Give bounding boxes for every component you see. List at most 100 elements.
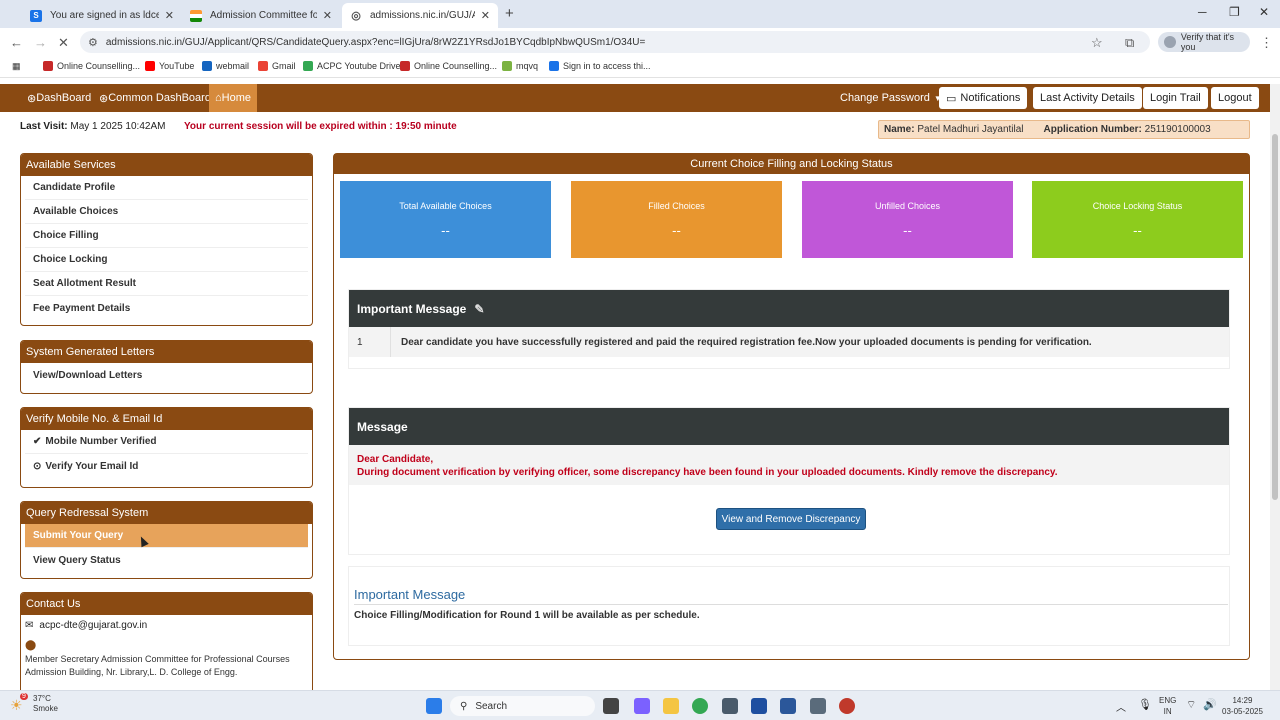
back-icon[interactable]: ← [10,35,23,50]
weather-widget[interactable]: 37°C Smoke [33,694,58,714]
chrome-icon[interactable] [692,698,708,714]
dashboard-icon: ⊛ [27,92,37,105]
taskbar-clock[interactable]: 14:29 03-05-2025 [1222,695,1263,717]
last-activity-button[interactable]: Last Activity Details [1033,87,1142,109]
bookmark-gmail[interactable]: Gmail [258,61,296,71]
scrollbar-thumb[interactable] [1272,134,1278,500]
logout-button[interactable]: Logout [1211,87,1259,109]
verify-identity-pill[interactable]: Verify that it's you [1158,32,1250,52]
site-info-icon[interactable]: ⚙ [88,36,98,49]
microphone-icon[interactable]: 🎙 [1138,698,1152,711]
sidebar-item-choice-locking[interactable]: Choice Locking [25,248,308,272]
name-value: Patel Madhuri Jayantilal [917,124,1024,135]
bookmark-youtube[interactable]: YouTube [145,61,194,71]
system-letters-panel: System Generated Letters View/Download L… [20,340,313,394]
sidebar-item-candidate-profile[interactable]: Candidate Profile [25,176,308,200]
volume-icon[interactable]: 🔊 [1203,698,1217,711]
discrepancy-greeting: Dear Candidate, [357,454,434,465]
bookmark-sign-in[interactable]: Sign in to access thi... [549,61,651,71]
view-remove-discrepancy-button[interactable]: View and Remove Discrepancy [716,508,866,530]
nav-common-dashboard[interactable]: ⊛ Common DashBoard [99,84,211,112]
contact-email[interactable]: acpc-dte@gujarat.gov.in [39,620,147,631]
apps-grid-icon[interactable]: ▦ [12,61,21,72]
panel-title: System Generated Letters [21,341,312,363]
important-message-2-title: Important Message [354,587,466,602]
close-icon[interactable]: ✕ [481,9,490,22]
clock-icon: ⊙ [33,460,42,472]
discrepancy-text: Dear Candidate, During document verifica… [349,445,1229,485]
bookmark-webmail[interactable]: webmail [202,61,249,71]
sidebar-item-choice-filling[interactable]: Choice Filling [25,224,308,248]
new-tab-button[interactable]: + [505,5,514,22]
divider [354,604,1228,605]
important-message-card: Important Message ✎ 1 Dear candidate you … [348,289,1230,369]
chevron-up-icon[interactable]: ︿ [1116,699,1126,714]
close-icon[interactable]: ✕ [165,9,174,22]
close-icon[interactable]: ✕ [323,9,332,22]
url-text: admissions.nic.in/GUJ/Applicant/QRS/Cand… [105,36,646,48]
minimize-icon[interactable]: ─ [1198,5,1207,19]
sidebar-item-fee-payment[interactable]: Fee Payment Details [25,296,308,320]
sidebar-item-view-query-status[interactable]: View Query Status [25,548,308,572]
home-icon: ⌂ [215,92,222,104]
bookmark-mqvq[interactable]: mqvq [502,61,538,71]
nav-home[interactable]: ⌂ Home [209,84,257,112]
taskbar-search[interactable]: ⚲ Search [450,696,595,716]
bookmark-star-icon[interactable]: ☆ [1091,35,1103,51]
nav-label: Common DashBoard [108,92,211,104]
url-field[interactable]: ⚙ admissions.nic.in/GUJ/Applicant/QRS/Ca… [80,31,1150,53]
teams-icon[interactable] [751,698,767,714]
address-bar-row: ← → ✕ ⚙ admissions.nic.in/GUJ/Applicant/… [0,28,1280,56]
item-label: Mobile Number Verified [45,436,157,447]
stop-icon[interactable]: ✕ [58,35,69,51]
bookmarks-bar: ▦ Online Counselling... YouTube webmail … [0,56,1280,78]
nav-dashboard[interactable]: ⊛ DashBoard [27,84,91,112]
gmail-icon [258,61,268,71]
close-window-icon[interactable]: ✕ [1259,5,1269,19]
tab-title: You are signed in as ldce [50,10,159,21]
bookmark-online-counselling-2[interactable]: Online Counselling... [400,61,497,71]
login-trail-button[interactable]: Login Trail [1143,87,1208,109]
webmail-icon [202,61,212,71]
file-explorer-icon[interactable] [663,698,679,714]
browser-tab-acpc[interactable]: Admission Committee for Profe ✕ [182,3,340,28]
envelope-icon: ✉ [25,620,34,631]
available-services-panel: Available Services Candidate Profile Ava… [20,153,313,326]
india-flag-icon [190,9,202,22]
settings-icon[interactable] [810,698,826,714]
bookmark-online-counselling[interactable]: Online Counselling... [43,61,140,71]
sidebar-item-submit-query[interactable]: Submit Your Query [25,524,308,548]
message-text: Dear candidate you have successfully reg… [401,336,1092,348]
copilot-icon[interactable] [634,698,650,714]
browser-tab-signed-in[interactable]: S You are signed in as ldce ✕ [22,3,182,28]
query-panel: Query Redressal System Submit Your Query… [20,501,313,579]
s-icon: S [30,9,42,22]
map-pin-icon: ⬤ [25,640,37,651]
sidebar-item-seat-allotment[interactable]: Seat Allotment Result [25,272,308,296]
sidebar-item-available-choices[interactable]: Available Choices [25,200,308,224]
clock-date: 03-05-2025 [1222,707,1263,716]
word-icon[interactable] [780,698,796,714]
notification-badge: 9 [20,693,28,700]
pencil-icon: ✎ [474,301,485,316]
sidebar-item-verify-email[interactable]: ⊙ Verify Your Email Id [25,454,308,478]
session-expiry: Your current session will be expired wit… [184,121,457,132]
browser-tab-admissions[interactable]: ◎ admissions.nic.in/GUJ/Applican ✕ [342,3,498,28]
language-indicator[interactable]: ENG IN [1159,695,1176,717]
page-scrollbar[interactable] [1270,84,1280,690]
app-number-label: Application Number: [1043,124,1142,135]
windows-start-icon[interactable] [426,698,442,714]
discrepancy-message-card: Message Dear Candidate, During document … [348,407,1230,555]
extensions-icon[interactable]: ⧉ [1125,35,1134,51]
sidebar-item-view-letters[interactable]: View/Download Letters [25,363,308,387]
bookmark-acpc-drive[interactable]: ACPC Youtube Drive [303,61,401,71]
calculator-icon[interactable] [722,698,738,714]
recorder-icon[interactable] [839,698,855,714]
wifi-icon[interactable]: ⌔ [1186,698,1196,712]
change-password-dropdown[interactable]: Change Password ▼ [840,84,942,112]
forward-icon[interactable]: → [34,35,47,50]
restore-icon[interactable]: ❐ [1229,5,1240,19]
task-view-icon[interactable] [603,698,619,714]
menu-icon[interactable]: ⋮ [1260,35,1273,51]
notifications-button[interactable]: ▭ Notifications [939,87,1028,109]
